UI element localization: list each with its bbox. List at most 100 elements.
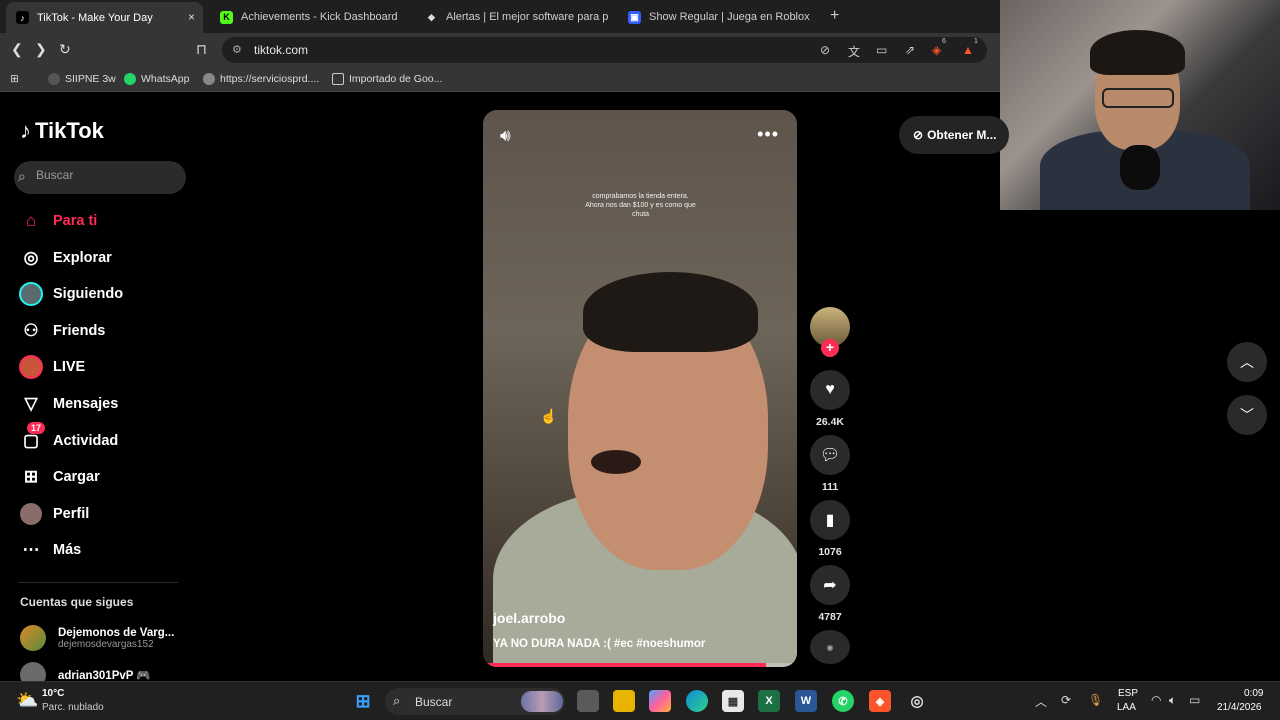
activity-badge: 17	[27, 422, 46, 434]
more-options-icon[interactable]: •••	[757, 124, 779, 145]
close-tab-icon[interactable]: ×	[188, 10, 195, 24]
account-name: Dejemonos de Varg...	[58, 626, 175, 639]
nav-cargar[interactable]: ⊞ Cargar	[18, 462, 100, 492]
search-input[interactable]	[36, 168, 176, 182]
brave-icon[interactable]: ◈	[869, 690, 891, 712]
next-video-button[interactable]: ﹀	[1227, 395, 1267, 435]
input-layout[interactable]: LAA	[1117, 702, 1136, 713]
share-button[interactable]: ➦	[810, 565, 850, 605]
whatsapp-icon[interactable]: ✆	[832, 690, 854, 712]
nav-mas[interactable]: ⋯ Más	[18, 535, 82, 565]
cast-icon[interactable]: ▭	[876, 43, 887, 57]
speaker-icon[interactable]: 🔈︎	[1169, 693, 1176, 708]
webcam-overlay	[1000, 0, 1280, 210]
bookmark-whatsapp[interactable]: WhatsApp	[124, 73, 189, 85]
live-icon	[18, 354, 44, 380]
kick-favicon-icon: K	[220, 10, 233, 24]
follow-plus-button[interactable]: +	[821, 339, 839, 357]
comment-button[interactable]: 💬︎	[810, 435, 850, 475]
back-icon[interactable]: ❮	[11, 41, 23, 58]
video-progress-fill	[483, 663, 766, 667]
previous-video-button[interactable]: ︿	[1227, 342, 1267, 382]
bookmark-icon[interactable]: ⊓	[196, 41, 207, 58]
search-icon: ⌕	[18, 168, 26, 184]
nav-mensajes[interactable]: ▽ Mensajes	[18, 389, 118, 419]
tray-sync-icon[interactable]: ⟳	[1061, 693, 1071, 707]
clock-date[interactable]: 21/4/2026	[1217, 702, 1262, 713]
compass-icon: ◎	[23, 248, 39, 267]
download-icon: ⊘	[913, 128, 924, 142]
like-button[interactable]: ♥	[810, 370, 850, 410]
tab-roblox[interactable]: ▣ Show Regular | Juega en Roblox	[618, 4, 818, 30]
bookmark-folder-imported[interactable]: Importado de Goo...	[332, 73, 442, 85]
weather-temperature[interactable]: 10°C	[42, 688, 64, 699]
file-explorer-icon[interactable]	[613, 690, 635, 712]
weather-cloud-icon[interactable]: ⛅	[16, 690, 38, 711]
search-highlight-image	[521, 691, 563, 712]
copilot-icon[interactable]	[649, 690, 671, 712]
volume-icon[interactable]: 🔊︎	[500, 126, 511, 146]
video-player[interactable]: comprabamos la tienda entera. Ahora nos …	[483, 110, 797, 667]
tray-expand-icon[interactable]: ︿	[1035, 693, 1047, 710]
tab-tiktok[interactable]: ♪ TikTok - Make Your Day ×	[6, 2, 203, 33]
forward-icon[interactable]: ❯	[35, 41, 47, 58]
brave-shield-icon[interactable]: ◈	[932, 43, 941, 57]
home-icon: ⌂	[25, 211, 37, 230]
video-description: YA NO DURA NADA :( #ec #noeshumor	[493, 638, 706, 650]
reload-icon[interactable]: ↻	[59, 41, 71, 58]
nav-siguiendo[interactable]: Siguiendo	[18, 279, 123, 309]
no-tracking-icon[interactable]: ⊘	[820, 43, 830, 57]
excel-icon[interactable]: X	[758, 690, 780, 712]
video-progress-bar[interactable]	[483, 663, 797, 667]
new-tab-button[interactable]: +	[830, 7, 839, 25]
share-icon[interactable]: ⇗	[905, 43, 915, 57]
address-bar[interactable]: ⚙ tiktok.com ⊘ 文 ▭ ⇗ ◈ 6 ▲ 1	[222, 37, 987, 63]
nav-perfil[interactable]: Perfil	[18, 499, 89, 529]
bookmark-siipne[interactable]: SIIPNE 3w	[48, 73, 116, 85]
nav-explorar[interactable]: ◎ Explorar	[18, 243, 112, 273]
browser-toolbar: ❮ ❯ ↻ ⊓ ⚙ tiktok.com ⊘ 文 ▭ ⇗ ◈ 6 ▲ 1	[0, 33, 1000, 67]
input-language[interactable]: ESP	[1118, 688, 1138, 699]
word-icon[interactable]: W	[795, 690, 817, 712]
globe-icon	[203, 73, 215, 85]
site-info-icon[interactable]: ⚙	[232, 43, 242, 56]
save-button[interactable]: ▮	[810, 500, 850, 540]
tiktok-logo[interactable]: ♪ TikTok	[20, 118, 104, 144]
wifi-icon[interactable]: ◠	[1151, 693, 1161, 707]
tab-alertas[interactable]: ◆ Alertas | El mejor software para poten	[415, 4, 608, 30]
store-icon[interactable]: ▦	[722, 690, 744, 712]
obs-icon[interactable]: ◎	[906, 690, 928, 712]
following-account-item[interactable]: Dejemonos de Varg... dejemosdevargas152	[20, 625, 174, 651]
video-username[interactable]: joel.arrobo	[493, 610, 565, 626]
video-person-hair	[583, 272, 758, 352]
battery-icon[interactable]: ▭	[1189, 693, 1200, 707]
browser-tab-strip: ♪ TikTok - Make Your Day × K Achievement…	[0, 0, 1000, 33]
nav-live[interactable]: LIVE	[18, 352, 85, 382]
nav-actividad[interactable]: ▢ 17 Actividad	[18, 422, 118, 456]
taskbar-search[interactable]: ⌕ Buscar	[385, 688, 565, 715]
tab-title: Alertas | El mejor software para poten	[446, 11, 608, 23]
windows-start-icon[interactable]: ⊞	[352, 690, 374, 712]
bookmark-servicios[interactable]: https://serviciosprd....	[203, 73, 319, 85]
rewards-count-badge: 1	[974, 38, 978, 45]
brave-rewards-icon[interactable]: ▲	[962, 43, 974, 57]
nav-para-ti[interactable]: ⌂ Para ti	[18, 206, 97, 236]
task-view-icon[interactable]	[577, 690, 599, 712]
url-text[interactable]: tiktok.com	[254, 43, 308, 57]
nav-friends[interactable]: ⚇ Friends	[18, 316, 105, 346]
get-app-button[interactable]: ⊘ Obtener M...	[899, 116, 1009, 154]
clock-time[interactable]: 0:09	[1244, 688, 1263, 699]
music-disc-button[interactable]: ◉	[810, 630, 850, 664]
account-avatar	[20, 625, 46, 651]
tab-kick[interactable]: K Achievements - Kick Dashboard	[210, 4, 410, 30]
tab-title: Achievements - Kick Dashboard	[241, 11, 398, 23]
profile-avatar-icon	[18, 501, 44, 527]
edge-icon[interactable]	[686, 690, 708, 712]
translate-icon[interactable]: 文	[848, 43, 860, 60]
apps-grid-icon[interactable]: ⊞	[10, 73, 19, 85]
weather-condition[interactable]: Parc. nublado	[42, 702, 104, 713]
search-box[interactable]: ⌕	[14, 161, 186, 194]
upload-icon: ⊞	[23, 467, 39, 486]
account-handle: dejemosdevargas152	[58, 638, 154, 650]
microphone-icon[interactable]: 🎙︎	[1088, 693, 1103, 707]
